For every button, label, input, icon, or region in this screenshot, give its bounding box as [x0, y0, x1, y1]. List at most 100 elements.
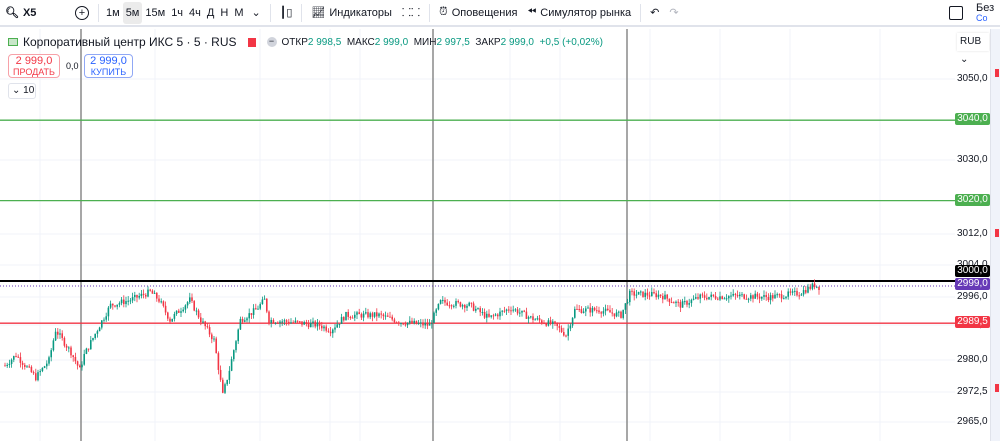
- candle-body: [327, 330, 330, 332]
- templates-button[interactable]: ⸬⸬: [397, 2, 425, 24]
- candle-body: [714, 296, 717, 299]
- candle-body: [754, 293, 756, 299]
- candle-body: [708, 296, 710, 300]
- candle-body: [288, 321, 290, 324]
- candle-body: [263, 298, 266, 300]
- candle-body: [37, 372, 39, 381]
- candle-body: [675, 301, 677, 304]
- candle-body: [648, 295, 651, 297]
- candle-body: [382, 314, 385, 317]
- redo-button[interactable]: ↷: [664, 2, 683, 24]
- candle-body: [741, 294, 743, 296]
- candle-body: [134, 294, 136, 298]
- candle-body: [334, 327, 336, 330]
- candle-body: [626, 302, 629, 304]
- candle-body: [631, 290, 633, 292]
- quantity-value: 10: [23, 85, 35, 96]
- price-axis-label: 2972,5: [957, 386, 988, 397]
- sell-label: ПРОДАТЬ: [13, 67, 55, 77]
- undo-button[interactable]: ↶: [645, 2, 664, 24]
- candle-body: [589, 307, 591, 313]
- interval-dropdown[interactable]: ⌄: [246, 2, 265, 24]
- candle-body: [695, 297, 697, 299]
- currency-dropdown[interactable]: RUB ⌄: [957, 33, 989, 65]
- candle-body: [395, 322, 398, 324]
- price-axis-label: 3012,0: [957, 228, 988, 239]
- flag-icon[interactable]: [247, 37, 256, 47]
- candle-body: [662, 295, 664, 300]
- indicators-button[interactable]: 📈︎ Индикаторы: [306, 2, 397, 24]
- candle-body: [244, 320, 246, 322]
- candle-body: [699, 294, 701, 299]
- layout-name[interactable]: Без Co: [976, 3, 1000, 23]
- candle-body: [343, 317, 345, 321]
- candle-body: [710, 294, 712, 297]
- candle-body: [523, 310, 525, 312]
- candle-body: [655, 293, 657, 298]
- interval-0[interactable]: 1м: [103, 2, 123, 24]
- candle-body: [453, 305, 455, 307]
- candle-body: [50, 350, 52, 358]
- price-chart[interactable]: [0, 29, 990, 441]
- interval-5[interactable]: Д: [204, 2, 217, 24]
- candle-body: [142, 293, 145, 295]
- candle-body: [703, 295, 706, 298]
- candle-body: [516, 309, 519, 314]
- symbol-title[interactable]: Корпоративный центр ИКС 5 · 5 · RUS: [23, 35, 237, 49]
- divider: [98, 3, 99, 22]
- candle-body: [98, 327, 101, 332]
- candle-body: [492, 315, 495, 317]
- interval-1[interactable]: 5м: [122, 1, 143, 24]
- candle-body: [413, 320, 415, 324]
- chart-type-button[interactable]: ┃▯: [275, 2, 298, 24]
- candle-body: [145, 294, 147, 297]
- candle-body: [237, 329, 239, 342]
- candle-body: [607, 308, 609, 311]
- add-symbol-button[interactable]: +: [70, 2, 94, 24]
- buy-button[interactable]: 2 999,0 КУПИТЬ: [84, 54, 133, 78]
- candle-body: [206, 326, 209, 328]
- interval-2[interactable]: 15м: [142, 2, 168, 24]
- interval-6[interactable]: Н: [217, 2, 231, 24]
- candle-body: [17, 356, 19, 358]
- candle-body: [83, 353, 85, 365]
- candle-body: [257, 308, 259, 310]
- candle-body: [279, 321, 281, 324]
- candle-body: [439, 299, 442, 304]
- candle-body: [79, 365, 81, 368]
- layout-checkbox[interactable]: [944, 2, 968, 24]
- candle-body: [197, 310, 200, 318]
- currency-label: RUB: [960, 36, 982, 47]
- candle-body: [420, 322, 422, 324]
- interval-4[interactable]: 4ч: [186, 2, 204, 24]
- candle-body: [604, 308, 607, 312]
- candle-body: [323, 326, 325, 329]
- candle-body: [296, 320, 299, 322]
- candle-body: [186, 302, 189, 306]
- candle-body: [200, 317, 202, 323]
- symbol-search[interactable]: 🔍︎ X5: [0, 2, 70, 24]
- candle-body: [807, 286, 809, 293]
- candle-body: [483, 312, 486, 318]
- quantity-dropdown[interactable]: ⌄ 10: [8, 83, 36, 99]
- alerts-button[interactable]: ⏰︎ Оповещения: [434, 2, 522, 24]
- interval-7[interactable]: М: [231, 2, 246, 24]
- simulator-button[interactable]: ⏪︎ Симулятор рынка: [522, 2, 636, 24]
- candle-body: [791, 291, 794, 293]
- candle-body: [538, 318, 541, 321]
- right-scrollbar[interactable]: [990, 29, 1000, 441]
- chevron-down-icon: ⌄: [251, 7, 261, 19]
- candle-body: [213, 338, 215, 340]
- collapse-legend-button[interactable]: −: [266, 37, 277, 47]
- candle-body: [255, 308, 257, 310]
- sell-button[interactable]: 2 999,0 ПРОДАТЬ: [8, 54, 60, 78]
- alarm-clock-icon: ⏰︎: [439, 6, 448, 18]
- candle-body: [305, 322, 308, 324]
- candle-body: [336, 324, 338, 328]
- candle-body: [180, 311, 182, 313]
- divider: [269, 3, 271, 22]
- interval-3[interactable]: 1ч: [168, 2, 186, 24]
- candle-body: [659, 294, 662, 296]
- candle-body: [318, 322, 321, 326]
- candle-body: [816, 286, 818, 288]
